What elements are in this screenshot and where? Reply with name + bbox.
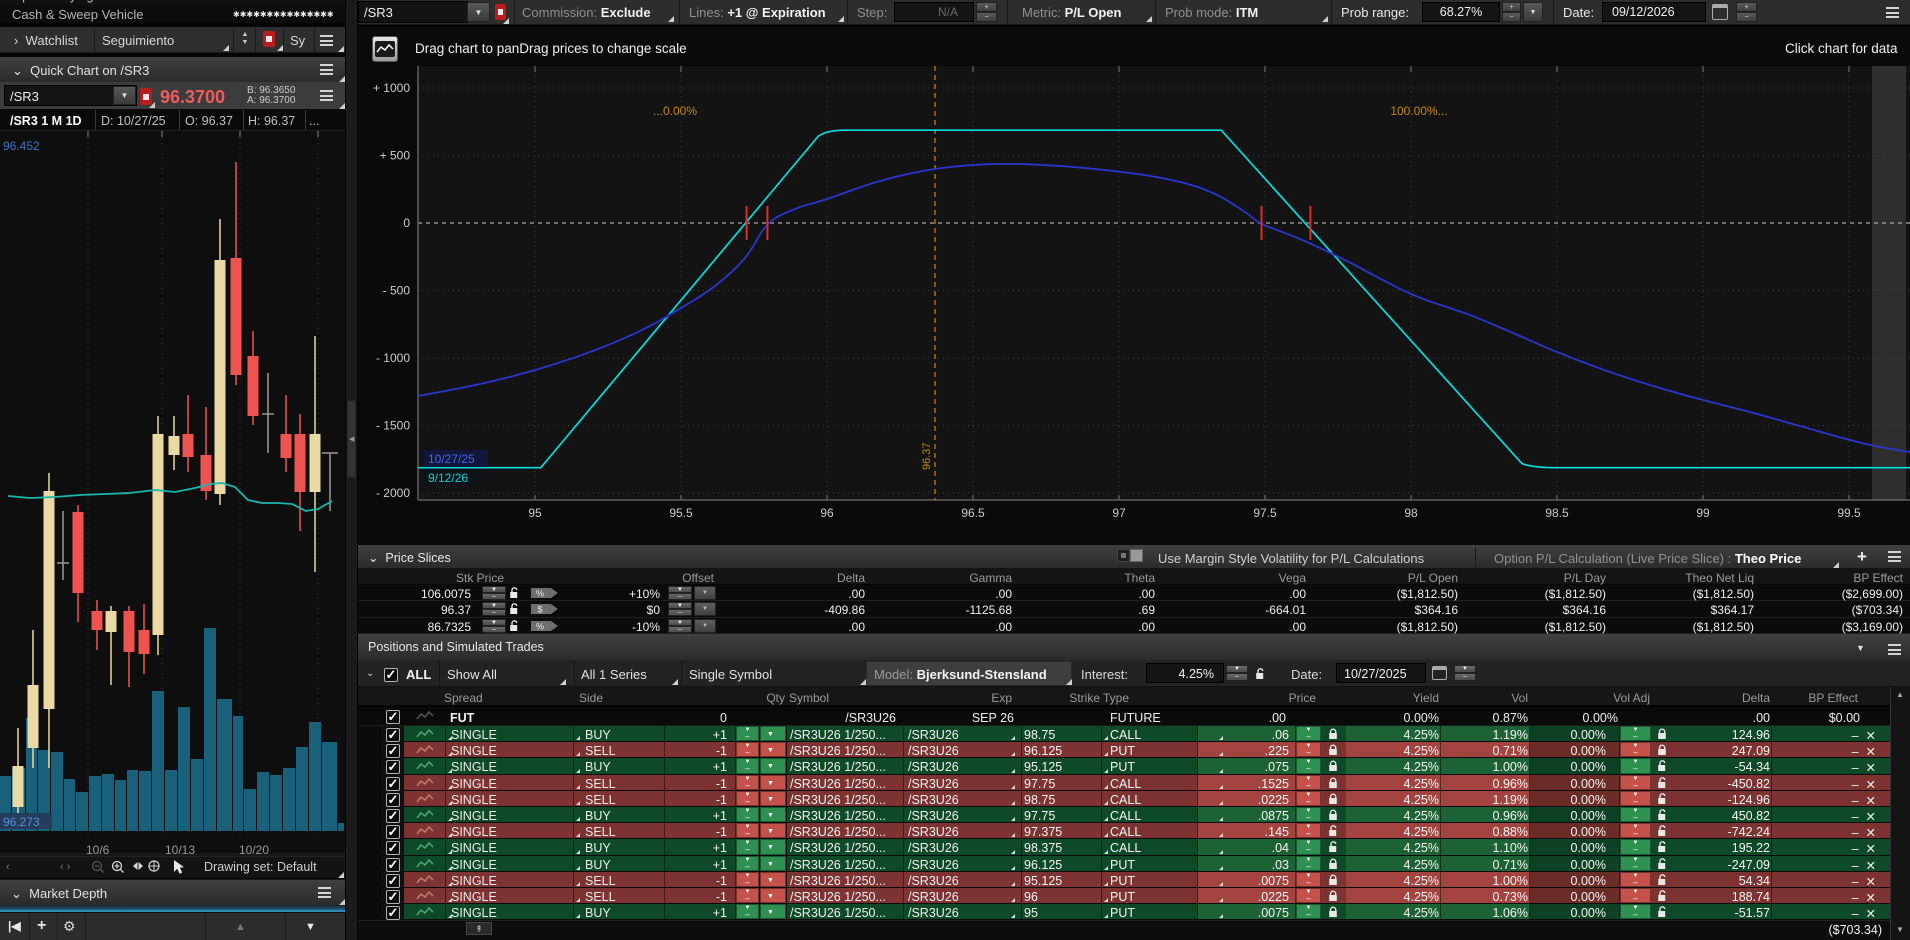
svg-text:0: 0	[403, 216, 410, 230]
svg-text:99.5: 99.5	[1837, 506, 1861, 520]
svg-text:+ 500: + 500	[380, 149, 411, 163]
svg-text:99: 99	[1696, 506, 1710, 520]
svg-text:96.452: 96.452	[3, 139, 40, 153]
svg-text:$: $	[537, 605, 542, 615]
svg-text:- 500: - 500	[383, 284, 411, 298]
svg-text:9/12/26: 9/12/26	[428, 471, 468, 485]
svg-text:97: 97	[1112, 506, 1126, 520]
svg-text:96.5: 96.5	[961, 506, 985, 520]
svg-text:- 1000: - 1000	[376, 351, 410, 365]
svg-text:100.00%...: 100.00%...	[1390, 104, 1447, 118]
svg-text:96: 96	[820, 506, 834, 520]
svg-text:95.5: 95.5	[669, 506, 693, 520]
svg-text:96.37: 96.37	[921, 442, 933, 470]
svg-text:98.5: 98.5	[1545, 506, 1569, 520]
svg-text:- 2000: - 2000	[376, 486, 410, 500]
svg-text:97.5: 97.5	[1253, 506, 1277, 520]
svg-text:10/27/25: 10/27/25	[428, 452, 475, 466]
svg-text:+ 1000: + 1000	[373, 81, 410, 95]
svg-text:98: 98	[1404, 506, 1418, 520]
svg-text:...0.00%: ...0.00%	[653, 104, 697, 118]
svg-text:95: 95	[528, 506, 542, 520]
svg-text:%: %	[536, 589, 544, 599]
svg-text:- 1500: - 1500	[376, 419, 410, 433]
svg-text:%: %	[536, 621, 544, 631]
